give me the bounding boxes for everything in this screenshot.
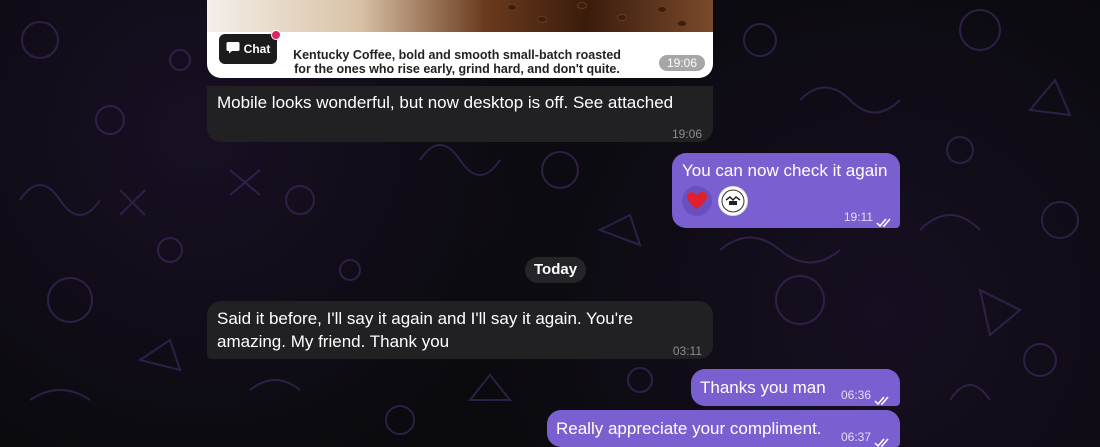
message-text: You can now check it again [682,161,888,180]
message-time: 03:11 [672,344,702,358]
message-time: 06:36 [841,384,892,407]
heart-icon [687,192,707,209]
promo-line-1: Kentucky Coffee, bold and smooth small-b… [293,48,621,62]
time-label: 06:36 [840,388,871,402]
promo-text: Kentucky Coffee, bold and smooth small-b… [287,48,627,76]
time-label: 19:11 [843,210,873,224]
coffee-bean [657,6,667,13]
outgoing-message[interactable]: Thanks you man 06:36 [691,369,900,406]
chat-button-label: Chat [243,42,271,56]
incoming-message[interactable]: Said it before, I'll say it again and I'… [207,301,713,359]
image-message[interactable]: Chat Kentucky Coffee, bold and smooth sm… [207,0,713,78]
reactions-row [682,186,748,216]
heart-reaction[interactable] [682,186,712,216]
coffee-bean [577,2,587,9]
date-separator: Today [525,257,587,283]
notification-dot [271,30,281,40]
double-check-icon [876,213,894,227]
chat-button[interactable]: Chat [219,30,281,64]
message-text: Thanks you man [700,378,826,397]
double-check-icon [874,433,892,447]
message-text: Mobile looks wonderful, but now desktop … [217,93,674,112]
coffee-bean [507,4,517,11]
message-time: 19:06 [671,127,702,141]
message-time: 19:11 [844,206,894,229]
promo-line-2: for the ones who rise early, grind hard,… [294,62,620,76]
coffee-bean [617,14,627,21]
message-line-2: amazing. My friend. Thank you [217,332,450,351]
chat-bubble-icon [226,41,240,57]
avatar-reaction[interactable] [718,186,748,216]
coffee-photo [207,0,713,32]
message-time: 19:06 [658,55,705,71]
message-text: Really appreciate your compliment. [556,419,822,438]
double-check-icon [874,391,892,405]
message-line-1: Said it before, I'll say it again and I'… [217,309,634,328]
avatar [721,189,745,213]
time-label: 06:37 [840,430,871,444]
outgoing-message[interactable]: Really appreciate your compliment. 06:37 [547,410,900,447]
message-time: 06:37 [841,426,892,447]
incoming-message[interactable]: Mobile looks wonderful, but now desktop … [207,86,713,142]
coffee-bean [537,16,547,23]
coffee-bean [677,20,687,27]
message-text: Said it before, I'll say it again and I'… [217,307,633,353]
